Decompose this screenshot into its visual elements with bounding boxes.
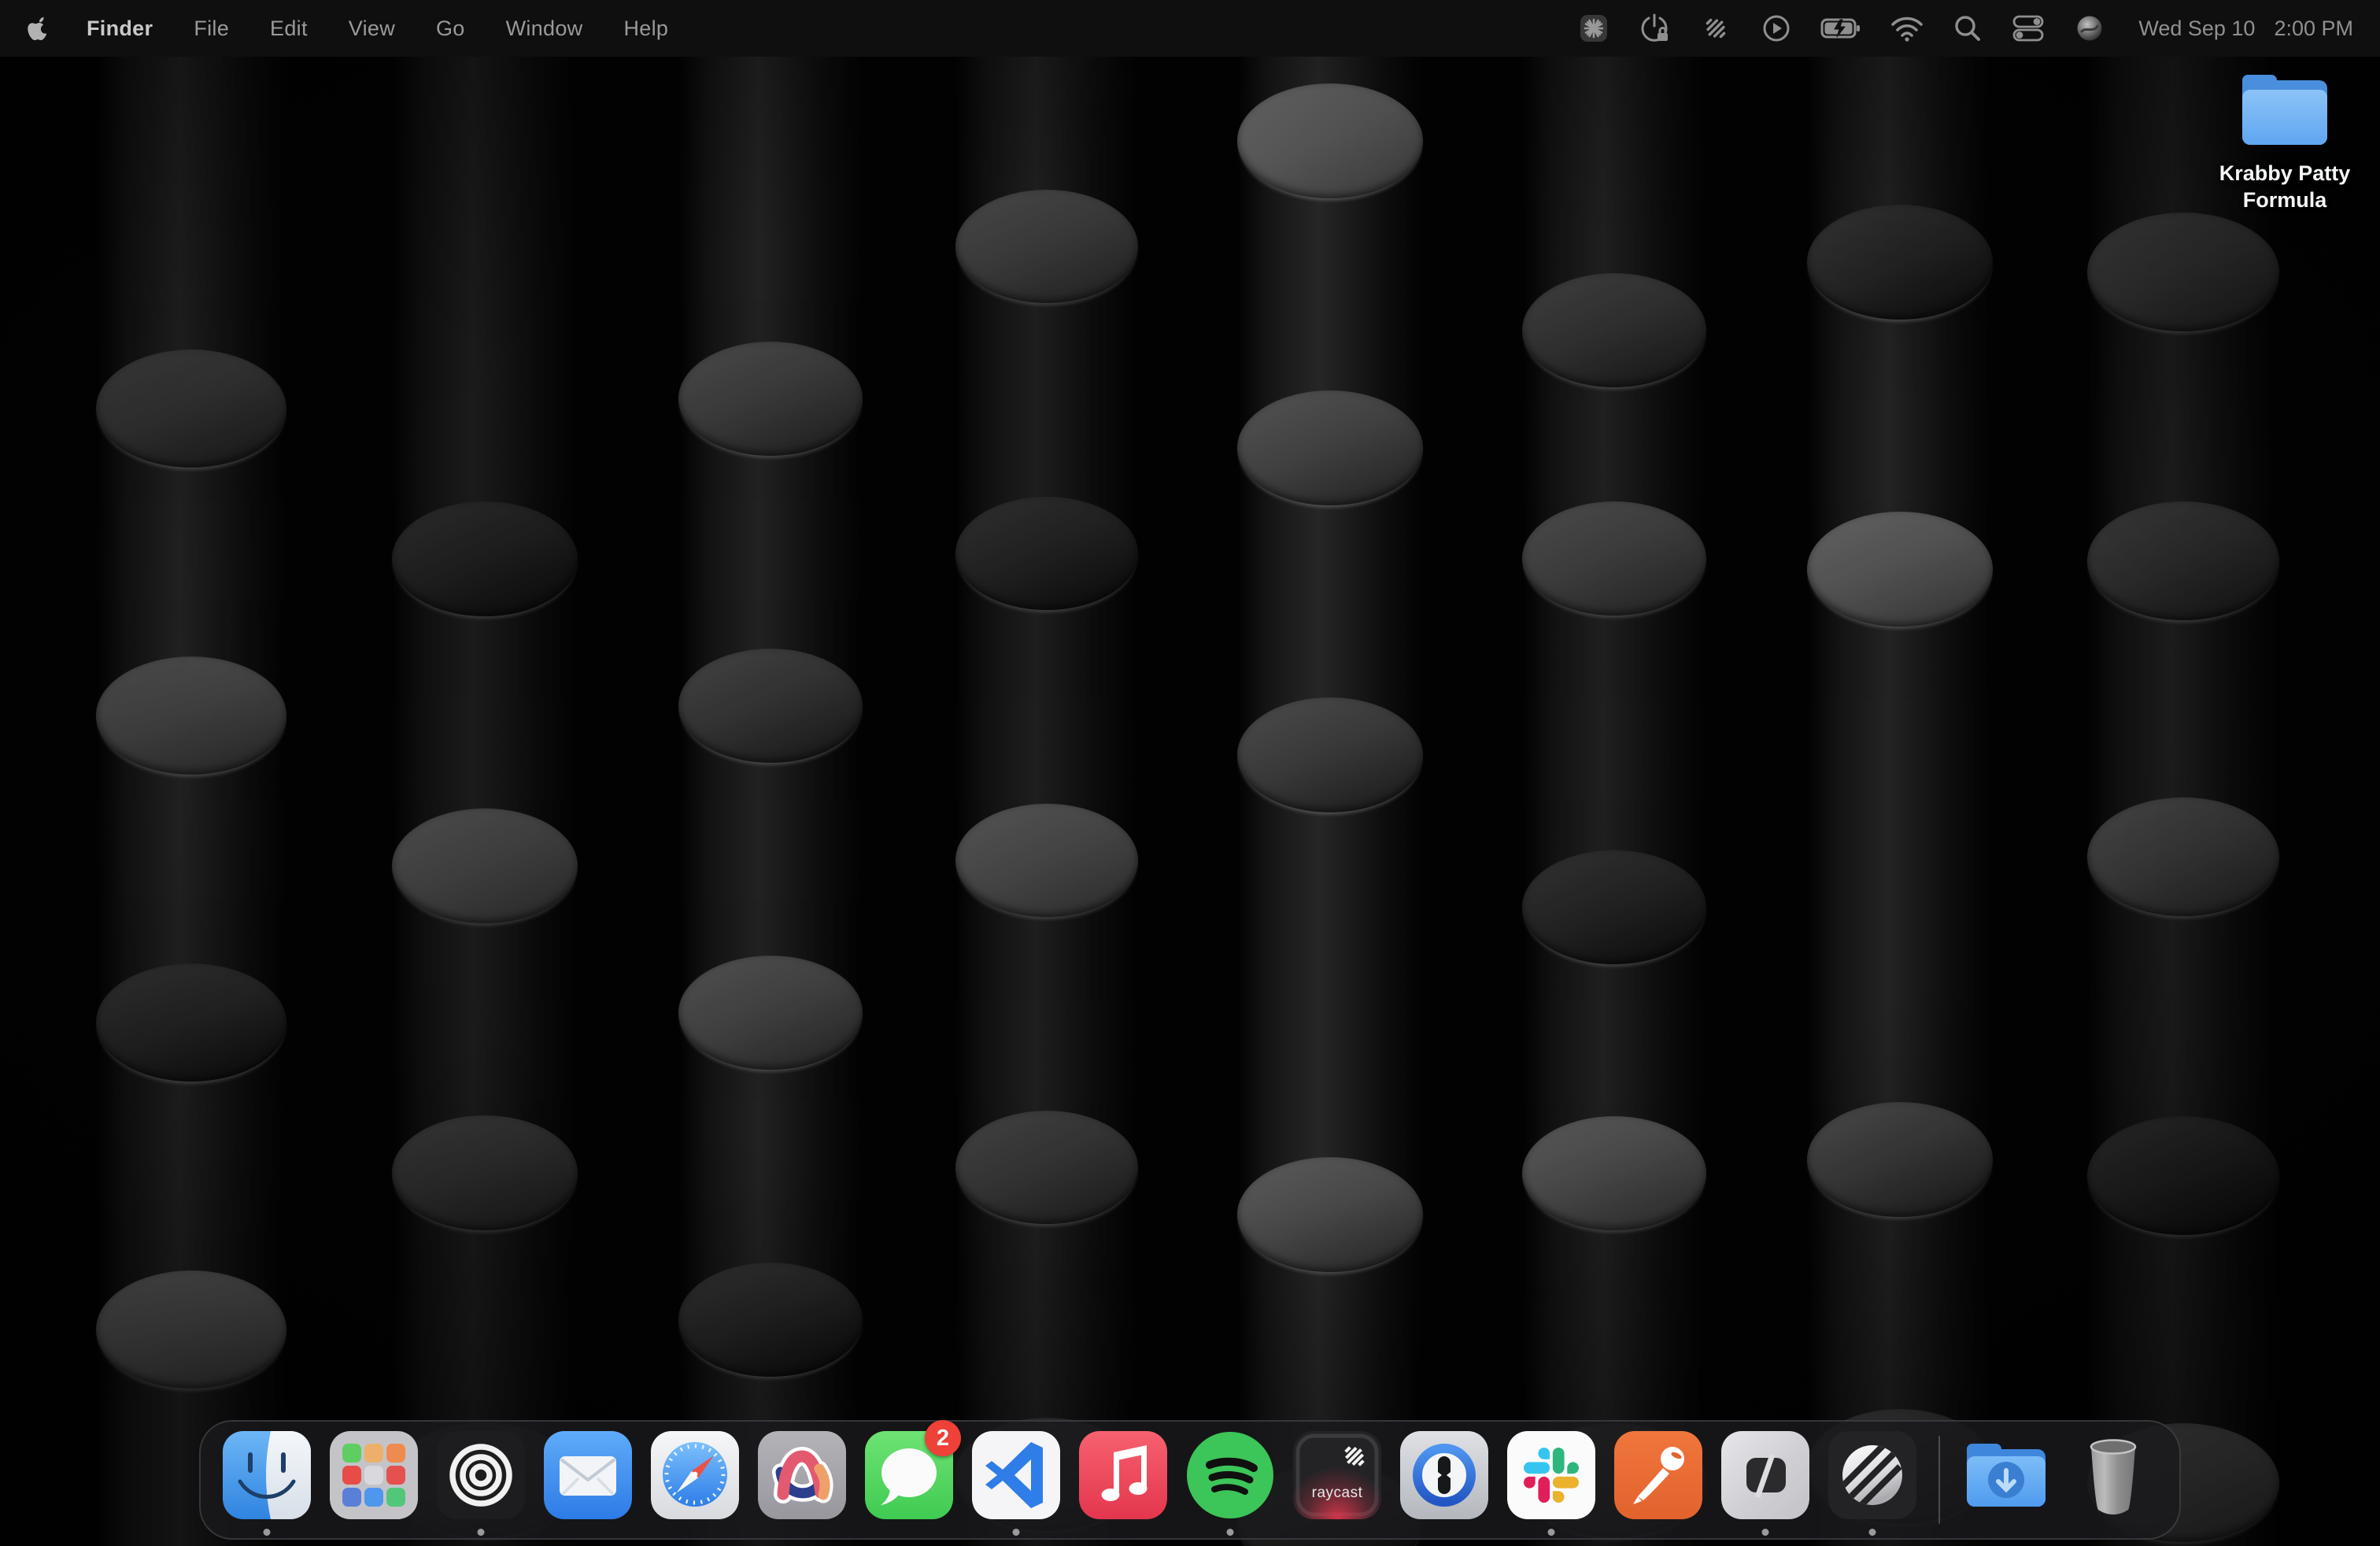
dock-item-mail[interactable]	[542, 1422, 634, 1538]
menu-app-name[interactable]: Finder	[87, 17, 153, 41]
dock-item-messages[interactable]: 2	[863, 1422, 955, 1538]
menu-file[interactable]: File	[194, 17, 229, 41]
dock-item-trash[interactable]	[2068, 1422, 2159, 1538]
menu-window[interactable]: Window	[506, 17, 583, 41]
siri-icon[interactable]	[2074, 11, 2105, 46]
raycast-label: raycast	[1292, 1485, 1383, 1502]
dock: 2 raycast	[199, 1420, 2181, 1540]
play-circle-icon[interactable]	[1761, 11, 1792, 46]
dock-item-launchpad[interactable]	[328, 1422, 419, 1538]
menu-edit[interactable]: Edit	[270, 17, 308, 41]
dock-item-safari[interactable]	[649, 1422, 741, 1538]
running-indicator	[1869, 1529, 1876, 1536]
dock-item-spotify[interactable]	[1184, 1422, 1276, 1538]
wifi-icon[interactable]	[1890, 11, 1924, 46]
desktop-screen: Finder File Edit View Go Window Help	[0, 0, 2380, 1546]
dock-item-postman[interactable]	[1613, 1422, 1704, 1538]
menu-go[interactable]: Go	[436, 17, 465, 41]
dock-item-arc-browser[interactable]	[756, 1422, 848, 1538]
control-center-icon[interactable]	[2011, 11, 2046, 46]
menu-time: 2:00 PM	[2274, 17, 2353, 41]
dock-item-finder[interactable]	[221, 1422, 312, 1538]
notification-badge: 2	[925, 1420, 961, 1456]
dock-item-bullseye-app[interactable]	[435, 1422, 527, 1538]
raycast-diamond-icon[interactable]	[1699, 11, 1732, 46]
folder-icon	[2237, 71, 2333, 153]
dock-divider	[1938, 1436, 1940, 1524]
menu-date: Wed Sep 10	[2138, 17, 2255, 41]
menu-bar: Finder File Edit View Go Window Help	[0, 0, 2380, 57]
burst-icon[interactable]	[1578, 11, 1609, 46]
desktop-folder-krabby-patty[interactable]: Krabby Patty Formula	[2210, 71, 2360, 213]
running-indicator	[1013, 1529, 1020, 1536]
dock-item-music[interactable]	[1077, 1422, 1169, 1538]
dock-item-vscode[interactable]	[970, 1422, 1062, 1538]
menu-clock[interactable]: Wed Sep 10 2:00 PM	[2138, 17, 2353, 41]
running-indicator	[1762, 1529, 1769, 1536]
menu-help[interactable]: Help	[623, 17, 668, 41]
dock-item-downloads[interactable]	[1961, 1422, 2052, 1538]
dock-item-slack[interactable]	[1506, 1422, 1597, 1538]
spotlight-search-icon[interactable]	[1953, 11, 1983, 46]
folder-label: Krabby Patty Formula	[2210, 160, 2360, 213]
menu-view[interactable]: View	[349, 17, 395, 41]
battery-charging-icon[interactable]	[1820, 11, 1861, 46]
dock-item-1password[interactable]	[1399, 1422, 1490, 1538]
apple-menu-icon[interactable]	[27, 13, 52, 43]
dock-item-raycast[interactable]: raycast	[1292, 1422, 1383, 1538]
running-indicator	[478, 1529, 485, 1536]
running-indicator	[1548, 1529, 1555, 1536]
dock-item-slashed-card-app[interactable]	[1720, 1422, 1811, 1538]
power-lock-icon[interactable]	[1638, 11, 1671, 46]
wallpaper	[0, 0, 2380, 1546]
menu-bar-left: Finder File Edit View Go Window Help	[27, 13, 668, 43]
dock-item-striped-sphere-app[interactable]	[1827, 1422, 1918, 1538]
running-indicator	[1227, 1529, 1234, 1536]
running-indicator	[264, 1529, 271, 1536]
menu-bar-status: Wed Sep 10 2:00 PM	[1578, 11, 2353, 46]
